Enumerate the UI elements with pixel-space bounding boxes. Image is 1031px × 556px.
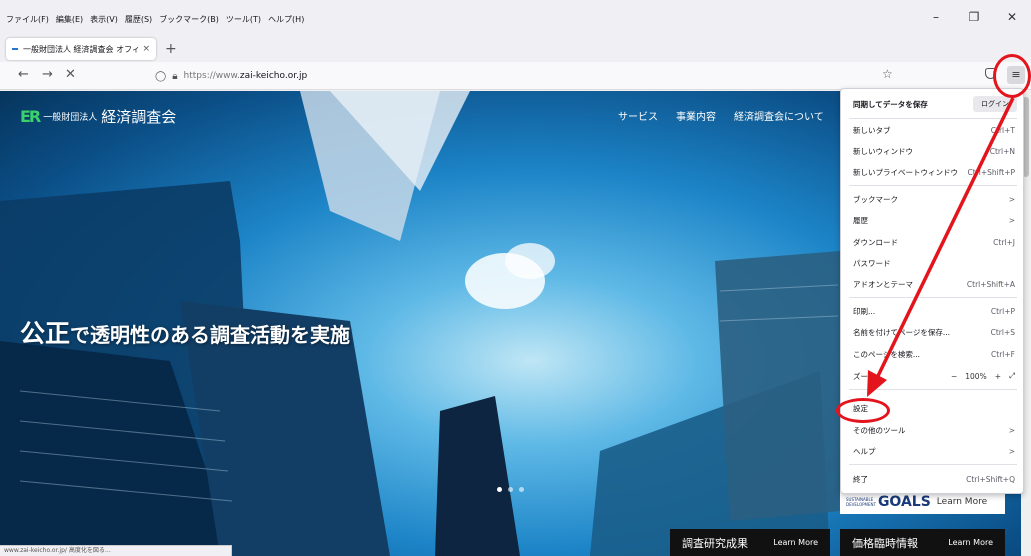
- carousel-dot[interactable]: [508, 487, 513, 492]
- chevron-right-icon: >: [1008, 425, 1015, 435]
- menu-divider: [849, 464, 1017, 465]
- menu-history[interactable]: 履歴(S): [125, 14, 152, 25]
- url-prefix: https://www.: [183, 71, 240, 81]
- close-window-button[interactable]: ✕: [993, 10, 1031, 24]
- carousel-dot[interactable]: [497, 487, 502, 492]
- menu-item-bookmarks[interactable]: ブックマーク >: [841, 189, 1025, 209]
- minimize-button[interactable]: –: [917, 10, 955, 24]
- zoom-in-button[interactable]: +: [995, 372, 1001, 381]
- menu-item-print[interactable]: 印刷... Ctrl+P: [841, 301, 1025, 321]
- restore-button[interactable]: ❐: [955, 10, 993, 24]
- site-nav: サービス 事業内容 経済調査会について: [618, 108, 824, 123]
- site-logo[interactable]: ER 一般財団法人 経済調査会: [20, 106, 176, 127]
- menu-divider: [849, 118, 1017, 119]
- carousel-dots: [497, 487, 524, 492]
- logo-small-text: 一般財団法人: [43, 113, 98, 123]
- price-info-box[interactable]: 価格臨時情報 Learn More: [840, 529, 1005, 556]
- app-menu-button[interactable]: ≡: [1007, 66, 1025, 84]
- menu-view[interactable]: 表示(V): [90, 14, 118, 25]
- menu-divider: [849, 185, 1017, 186]
- url-bar[interactable]: ◯ 🔒︎ https://www. zai-keicho.or.jp: [155, 66, 905, 86]
- favicon-icon: [12, 48, 18, 50]
- sdg-small-text: SUSTAINABLE DEVELOPMENT: [846, 496, 876, 507]
- lock-icon[interactable]: 🔒︎: [172, 71, 177, 82]
- forward-button[interactable]: →: [42, 67, 53, 82]
- chevron-right-icon: >: [1008, 194, 1015, 204]
- sync-row: 同期してデータを保存 ログイン: [841, 93, 1025, 115]
- menu-item-new-window[interactable]: 新しいウィンドウ Ctrl+N: [841, 141, 1025, 161]
- sdg-learn-more[interactable]: Learn More: [937, 497, 987, 507]
- browser-menubar: ファイル(F) 編集(E) 表示(V) 履歴(S) ブックマーク(B) ツール(…: [0, 0, 1031, 34]
- bookmark-star-icon[interactable]: ☆: [882, 67, 893, 81]
- back-button[interactable]: ←: [18, 67, 29, 82]
- price-learn-more[interactable]: Learn More: [948, 538, 993, 547]
- login-button[interactable]: ログイン: [973, 96, 1017, 112]
- menu-item-new-tab[interactable]: 新しいタブ Ctrl+T: [841, 120, 1025, 140]
- pocket-icon[interactable]: [985, 68, 996, 79]
- browser-tab[interactable]: 一般財団法人 経済調査会 オフィ ×: [6, 38, 156, 60]
- menu-item-history[interactable]: 履歴 >: [841, 210, 1025, 230]
- headline-rest: で透明性のある調査活動を実施: [70, 323, 351, 347]
- chevron-right-icon: >: [1008, 446, 1015, 456]
- nav-bar: ← → ✕ ◯ 🔒︎ https://www. zai-keicho.or.jp …: [0, 62, 1031, 90]
- price-info-title: 価格臨時情報: [852, 536, 918, 550]
- stop-button[interactable]: ✕: [65, 67, 76, 82]
- site-nav-services[interactable]: サービス: [618, 108, 658, 123]
- menu-help[interactable]: ヘルプ(H): [268, 14, 304, 25]
- menu-item-passwords[interactable]: パスワード: [841, 253, 1025, 273]
- menubar-items: ファイル(F) 編集(E) 表示(V) 履歴(S) ブックマーク(B) ツール(…: [6, 14, 304, 25]
- menu-divider: [849, 389, 1017, 390]
- site-nav-about[interactable]: 経済調査会について: [734, 108, 824, 123]
- app-menu-panel: 同期してデータを保存 ログイン 新しいタブ Ctrl+T 新しいウィンドウ Ctrl…: [840, 88, 1024, 494]
- window-controls: – ❐ ✕: [917, 10, 1031, 24]
- carousel-dot[interactable]: [519, 487, 524, 492]
- menu-divider: [849, 297, 1017, 298]
- zoom-out-button[interactable]: −: [951, 372, 957, 381]
- new-tab-button[interactable]: +: [165, 41, 177, 57]
- menu-bookmarks[interactable]: ブックマーク(B): [159, 14, 219, 25]
- menu-item-save-page[interactable]: 名前を付けてページを保存... Ctrl+S: [841, 322, 1025, 342]
- chevron-right-icon: >: [1008, 215, 1015, 225]
- menu-file[interactable]: ファイル(F): [6, 14, 49, 25]
- sync-label: 同期してデータを保存: [853, 99, 928, 109]
- logo-mark: ER: [20, 107, 41, 126]
- tab-title: 一般財団法人 経済調査会 オフィ: [23, 44, 140, 54]
- menu-edit[interactable]: 編集(E): [56, 14, 83, 25]
- menu-item-help[interactable]: ヘルプ >: [841, 441, 1025, 461]
- research-learn-more[interactable]: Learn More: [773, 538, 818, 547]
- research-results-title: 調査研究成果: [682, 536, 748, 550]
- fullscreen-icon[interactable]: ⤢: [1009, 371, 1015, 381]
- hero-headline: 公正で透明性のある調査活動を実施: [20, 314, 350, 350]
- menu-item-more-tools[interactable]: その他のツール >: [841, 420, 1025, 440]
- site-nav-business[interactable]: 事業内容: [676, 108, 716, 123]
- menu-item-addons[interactable]: アドオンとテーマ Ctrl+Shift+A: [841, 274, 1025, 294]
- menu-item-quit[interactable]: 終了 Ctrl+Shift+Q: [841, 469, 1025, 489]
- menu-item-zoom: ズーム − 100% + ⤢: [853, 371, 1015, 381]
- menu-tools[interactable]: ツール(T): [226, 14, 261, 25]
- tab-close-icon[interactable]: ×: [142, 44, 150, 54]
- sdg-goals-text: GOALS: [877, 493, 931, 510]
- zoom-level[interactable]: 100%: [965, 372, 986, 381]
- headline-emphasis: 公正: [20, 319, 71, 348]
- tab-bar: 一般財団法人 経済調査会 オフィ × +: [0, 34, 1031, 62]
- menu-item-private-window[interactable]: 新しいプライベートウィンドウ Ctrl+Shift+P: [841, 162, 1025, 182]
- status-bar: www.zai-keicho.or.jp/ 高度化を図る…: [0, 545, 232, 556]
- url-domain: zai-keicho.or.jp: [239, 71, 308, 81]
- menu-item-settings[interactable]: 設定: [841, 398, 1025, 418]
- logo-big-text: 経済調査会: [101, 108, 177, 126]
- menu-item-downloads[interactable]: ダウンロード Ctrl+J: [841, 232, 1025, 252]
- shield-icon[interactable]: ◯: [155, 71, 166, 82]
- menu-item-find[interactable]: このページを検索... Ctrl+F: [841, 344, 1025, 364]
- research-results-box[interactable]: 調査研究成果 Learn More: [670, 529, 830, 556]
